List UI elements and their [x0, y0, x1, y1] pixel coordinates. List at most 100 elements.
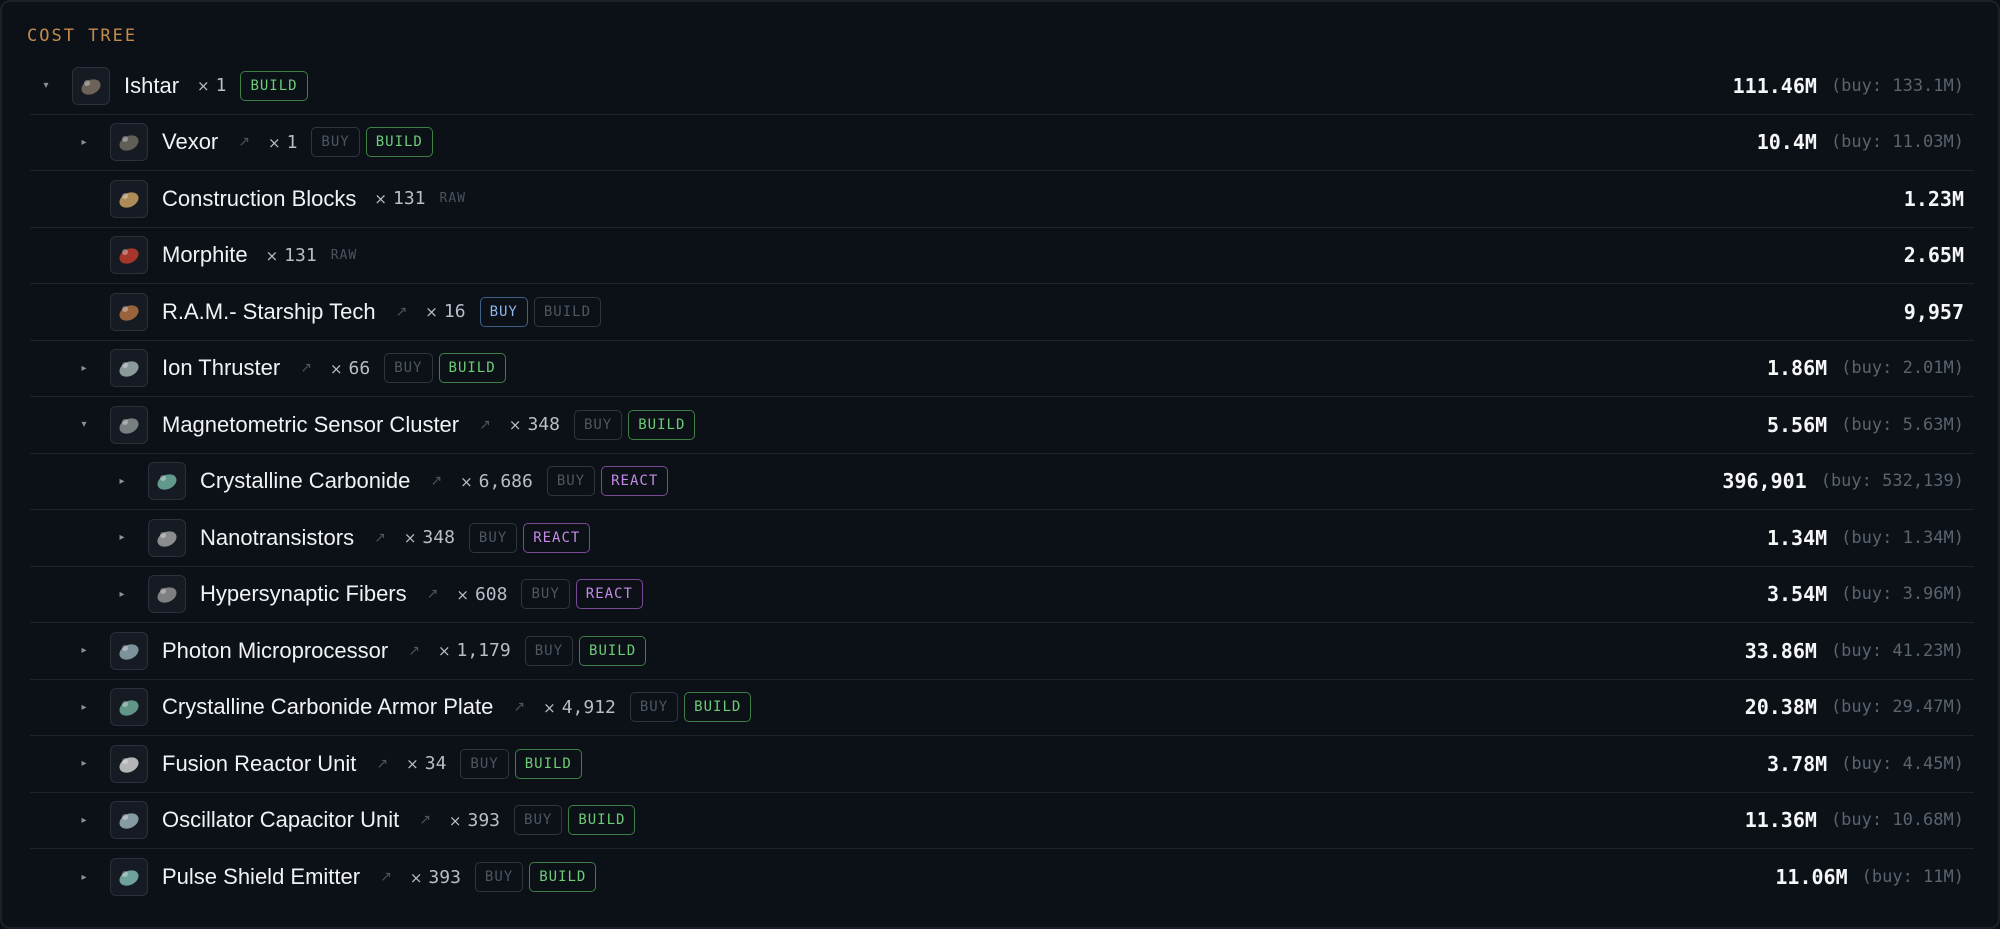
external-link-icon[interactable]: ↗: [374, 530, 386, 546]
buy-button[interactable]: BUY: [514, 805, 563, 836]
tree-item: Fusion Reactor Unit ↗ × 34 BUY BUILD: [110, 736, 582, 792]
cost-cell: 5.56M (buy: 5.63M): [1767, 397, 1964, 453]
tree-row: ▸ Ion Thruster ↗ × 66 BUY BUILD 1.86M (buy: 2.01…: [30, 341, 1974, 397]
buy-button[interactable]: BUY: [546, 466, 596, 497]
item-name[interactable]: Pulse Shield Emitter: [162, 864, 360, 890]
buy-button[interactable]: BUY: [524, 635, 574, 666]
build-button[interactable]: BUILD: [529, 862, 597, 893]
external-link-icon[interactable]: ↗: [419, 812, 431, 828]
item-name[interactable]: Construction Blocks: [162, 186, 356, 212]
expand-toggle-icon[interactable]: ▸: [75, 133, 93, 151]
item-name[interactable]: Magnetometric Sensor Cluster: [162, 412, 459, 438]
buy-price: (buy: 5.63M): [1841, 414, 1964, 435]
quantity-value: 131: [393, 188, 426, 210]
buy-price: (buy: 29.47M): [1830, 697, 1964, 718]
buy-price: (buy: 133.1M): [1830, 75, 1964, 96]
react-button[interactable]: REACT: [575, 579, 643, 610]
build-button[interactable]: BUILD: [365, 127, 433, 158]
buy-button[interactable]: BUY: [629, 692, 679, 723]
buy-button[interactable]: BUY: [460, 748, 509, 779]
cost-value: 3.54M: [1766, 582, 1828, 607]
build-button[interactable]: BUILD: [240, 70, 308, 101]
build-button[interactable]: BUILD: [438, 353, 506, 384]
buy-button[interactable]: BUY: [468, 522, 518, 553]
item-name[interactable]: Oscillator Capacitor Unit: [162, 807, 399, 833]
item-name[interactable]: Nanotransistors: [200, 525, 354, 551]
react-button[interactable]: REACT: [523, 522, 591, 553]
expand-toggle-icon[interactable]: ▸: [75, 698, 93, 716]
external-link-icon[interactable]: ↗: [238, 134, 250, 150]
hypersynaptic-fibers-icon: [148, 575, 186, 614]
collapse-toggle-icon[interactable]: ▾: [37, 77, 55, 95]
item-name[interactable]: Hypersynaptic Fibers: [200, 581, 407, 607]
item-quantity: × 16: [425, 301, 465, 322]
buy-button[interactable]: BUY: [479, 296, 528, 327]
quantity-value: 1,179: [456, 640, 511, 662]
expand-toggle-icon[interactable]: ▸: [75, 642, 93, 660]
external-link-icon[interactable]: ↗: [479, 417, 491, 433]
expand-toggle-icon[interactable]: ▸: [75, 359, 93, 377]
react-button[interactable]: REACT: [601, 466, 669, 497]
buy-price: (buy: 11M): [1861, 867, 1964, 888]
buy-button[interactable]: BUY: [573, 409, 623, 440]
cost-cell: 3.78M (buy: 4.45M): [1767, 736, 1964, 792]
external-link-icon[interactable]: ↗: [300, 360, 312, 376]
expand-toggle-icon[interactable]: ▸: [75, 755, 93, 773]
buy-button[interactable]: BUY: [474, 862, 524, 893]
buy-price: (buy: 41.23M): [1830, 640, 1964, 661]
expand-toggle-icon[interactable]: ▸: [113, 472, 131, 490]
external-link-icon[interactable]: ↗: [376, 756, 388, 772]
collapse-toggle-icon[interactable]: ▾: [75, 416, 93, 434]
tree-row: ▸ Pulse Shield Emitter ↗ × 393 BUY BUILD 11.06M…: [30, 849, 1974, 906]
item-name[interactable]: R.A.M.- Starship Tech: [162, 299, 376, 325]
expand-toggle-icon[interactable]: ▸: [113, 529, 131, 547]
tree-item: Hypersynaptic Fibers ↗ × 608 BUY REACT: [148, 567, 643, 623]
item-name[interactable]: Photon Microprocessor: [162, 638, 388, 664]
external-link-icon[interactable]: ↗: [396, 304, 408, 320]
buy-button[interactable]: BUY: [311, 127, 360, 158]
build-button[interactable]: BUILD: [684, 692, 752, 723]
ram-starship-tech-icon: [110, 292, 148, 331]
build-button[interactable]: BUILD: [568, 805, 636, 836]
item-name[interactable]: Morphite: [162, 242, 248, 268]
tree-item: Pulse Shield Emitter ↗ × 393 BUY BUILD: [110, 849, 597, 906]
construction-blocks-icon: [110, 179, 148, 218]
tree-row: ▾ Magnetometric Sensor Cluster ↗ × 348 BUY BUI…: [30, 397, 1974, 454]
external-link-icon[interactable]: ↗: [408, 643, 420, 659]
crystalline-carbonide-icon: [148, 462, 186, 501]
raw-badge: RAW: [330, 247, 358, 263]
item-name[interactable]: Ishtar: [124, 73, 179, 99]
build-button[interactable]: BUILD: [533, 296, 602, 327]
external-link-icon[interactable]: ↗: [427, 586, 439, 602]
item-name[interactable]: Crystalline Carbonide Armor Plate: [162, 694, 493, 720]
item-quantity: × 1: [268, 132, 297, 153]
item-name[interactable]: Ion Thruster: [162, 355, 280, 381]
cost-value: 33.86M: [1744, 638, 1817, 663]
build-button[interactable]: BUILD: [514, 748, 582, 779]
item-quantity: × 131: [374, 188, 425, 209]
build-button[interactable]: BUILD: [628, 409, 696, 440]
cost-value: 10.4M: [1756, 130, 1817, 155]
expand-toggle-icon[interactable]: ▸: [75, 868, 93, 886]
item-quantity: × 348: [404, 527, 455, 548]
item-name[interactable]: Vexor: [162, 129, 218, 155]
external-link-icon[interactable]: ↗: [430, 473, 442, 489]
expand-toggle-icon[interactable]: ▸: [75, 811, 93, 829]
nanotransistors-icon: [148, 518, 186, 557]
times-icon: ×: [543, 698, 556, 717]
item-name[interactable]: Crystalline Carbonide: [200, 468, 410, 494]
cost-value: 111.46M: [1732, 73, 1817, 98]
external-link-icon[interactable]: ↗: [380, 869, 392, 885]
item-name[interactable]: Fusion Reactor Unit: [162, 751, 356, 777]
buy-button[interactable]: BUY: [384, 353, 433, 384]
cost-value: 5.56M: [1766, 412, 1828, 437]
buy-button[interactable]: BUY: [521, 579, 570, 610]
times-icon: ×: [425, 303, 438, 322]
expand-toggle-icon[interactable]: ▸: [113, 585, 131, 603]
build-button[interactable]: BUILD: [579, 635, 647, 666]
tree-row: Morphite × 131 RAW 2.65M: [30, 228, 1974, 284]
cost-cell: 396,901 (buy: 532,139): [1722, 454, 1964, 510]
buy-price: (buy: 4.45M): [1841, 753, 1964, 774]
external-link-icon[interactable]: ↗: [513, 699, 525, 715]
quantity-value: 393: [467, 809, 501, 831]
